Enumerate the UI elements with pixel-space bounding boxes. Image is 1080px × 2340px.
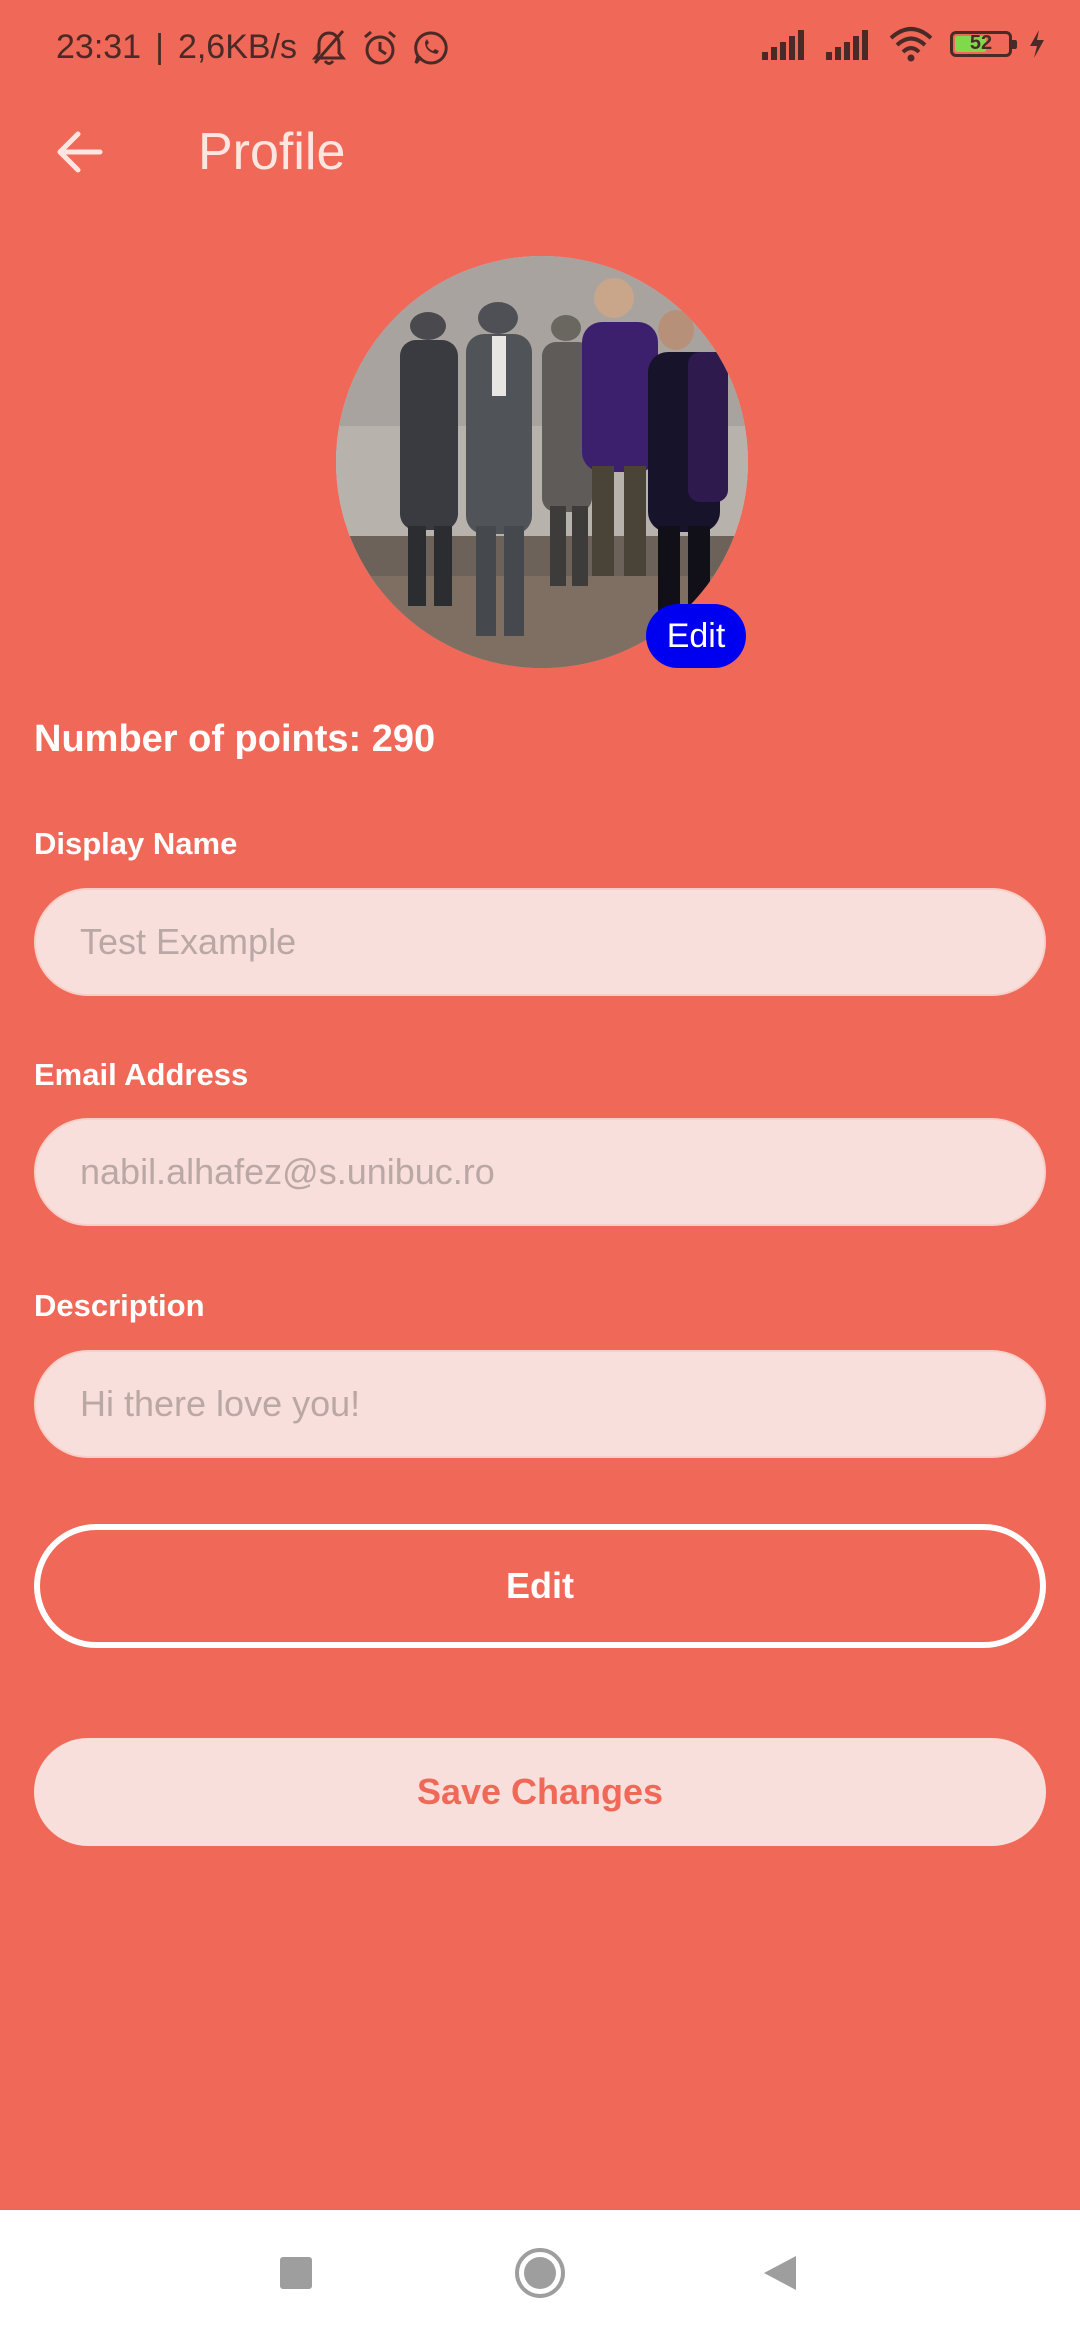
display-name-label: Display Name xyxy=(34,826,238,861)
avatar-container: Edit xyxy=(336,256,748,668)
square-icon xyxy=(278,2255,314,2296)
triangle-back-icon xyxy=(760,2253,800,2298)
back-nav-button[interactable] xyxy=(745,2240,815,2310)
signal-icon xyxy=(760,28,808,60)
email-label: Email Address xyxy=(34,1057,249,1092)
battery-level: 52 xyxy=(969,32,993,54)
circle-home-icon xyxy=(513,2246,567,2305)
description-input[interactable] xyxy=(36,1352,1044,1456)
edit-button[interactable]: Edit xyxy=(34,1524,1046,1648)
page-title: Profile xyxy=(198,123,346,181)
charging-icon xyxy=(1028,29,1046,59)
whatsapp-icon xyxy=(413,30,449,66)
signal-icon xyxy=(824,28,872,60)
status-bar: 23:31 | 2,6KB/s 52 xyxy=(0,0,1080,96)
description-label: Description xyxy=(34,1288,205,1323)
app-bar: Profile xyxy=(0,100,1080,210)
description-field[interactable] xyxy=(34,1350,1046,1458)
status-left: 23:31 | 2,6KB/s xyxy=(56,28,449,67)
email-input[interactable] xyxy=(36,1120,1044,1224)
wifi-icon xyxy=(888,26,934,62)
battery-icon: 52 xyxy=(950,31,1017,57)
points-text: Number of points: 290 xyxy=(34,718,436,760)
recents-button[interactable] xyxy=(261,2240,331,2310)
muted-bell-icon xyxy=(311,29,347,67)
network-speed: 2,6KB/s xyxy=(177,28,298,66)
back-button[interactable] xyxy=(44,118,116,190)
email-field[interactable] xyxy=(34,1118,1046,1226)
alarm-icon xyxy=(361,29,399,67)
save-changes-button[interactable]: Save Changes xyxy=(34,1738,1046,1846)
home-button[interactable] xyxy=(505,2240,575,2310)
display-name-input[interactable] xyxy=(36,890,1044,994)
avatar-edit-button[interactable]: Edit xyxy=(646,604,746,668)
status-right: 52 xyxy=(760,26,1046,62)
display-name-field[interactable] xyxy=(34,888,1046,996)
status-time: 23:31 xyxy=(56,28,142,66)
navigation-bar xyxy=(0,2210,1080,2340)
status-separator: | xyxy=(155,28,164,66)
arrow-left-icon xyxy=(54,126,106,183)
